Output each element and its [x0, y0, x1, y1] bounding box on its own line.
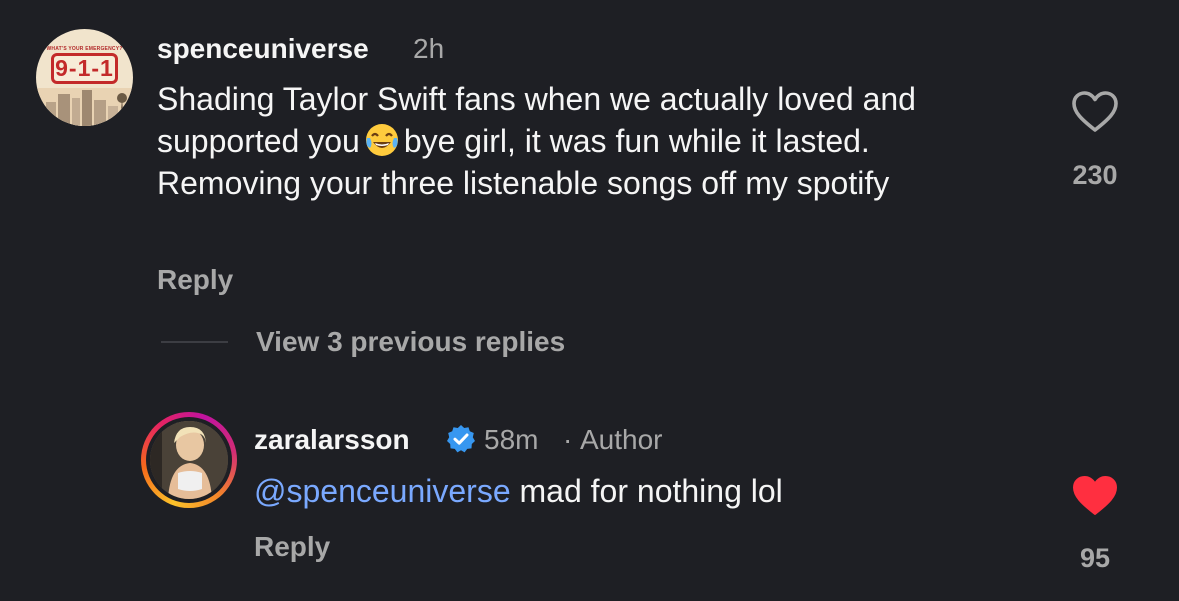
face-with-tears-of-joy-icon — [365, 124, 398, 156]
avatar-photo — [150, 421, 228, 499]
heart-outline-icon[interactable] — [1071, 90, 1119, 134]
avatar-logo: 9-1-1 — [51, 53, 118, 84]
heart-filled-icon[interactable] — [1071, 474, 1119, 518]
divider — [161, 341, 228, 343]
reply-button[interactable]: Reply — [157, 264, 233, 296]
author-label: Author — [580, 424, 663, 455]
reply-text: @spenceuniverse mad for nothing lol — [254, 470, 1034, 512]
avatar[interactable] — [150, 421, 228, 499]
reply-username[interactable]: zaralarsson — [254, 424, 410, 456]
view-replies-label[interactable]: View 3 previous replies — [256, 326, 565, 358]
reply-message: mad for nothing lol — [519, 473, 783, 509]
reply-button[interactable]: Reply — [254, 531, 330, 563]
avatar-tagline: WHAT'S YOUR EMERGENCY? — [46, 46, 123, 52]
verified-badge-icon — [447, 425, 475, 453]
comment-timestamp: 2h — [413, 33, 445, 64]
city-skyline-icon — [36, 88, 133, 126]
like-count: 95 — [1079, 543, 1111, 573]
view-previous-replies[interactable]: View 3 previous replies — [161, 326, 565, 358]
story-ring[interactable] — [141, 412, 237, 508]
comment-username[interactable]: spenceuniverse — [157, 33, 369, 65]
avatar[interactable]: WHAT'S YOUR EMERGENCY? 9-1-1 — [36, 29, 133, 126]
meta-separator: · — [563, 424, 573, 455]
reply-timestamp: 58m — [484, 424, 539, 455]
comment-text: Shading Taylor Swift fans when we actual… — [157, 78, 1007, 204]
like-count: 230 — [1072, 160, 1118, 190]
mention-link[interactable]: @spenceuniverse — [254, 473, 511, 509]
